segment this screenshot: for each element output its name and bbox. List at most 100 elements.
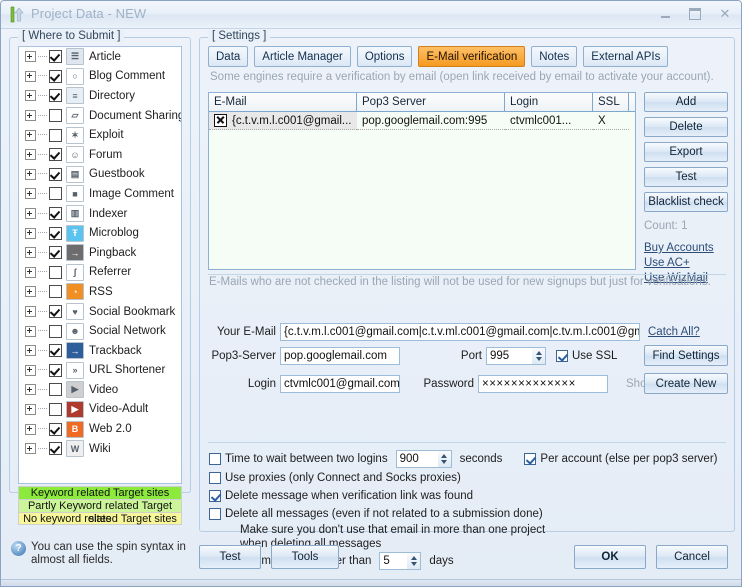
tree-item-checkbox[interactable]: [49, 207, 62, 221]
tree-item-exploit[interactable]: ✶ Exploit: [19, 125, 181, 145]
tree-item-document-sharing[interactable]: ▱ Document Sharing: [19, 106, 181, 126]
login-input[interactable]: ctvmlc001@gmail.com: [280, 375, 400, 393]
tab-notes[interactable]: Notes: [531, 46, 578, 67]
test-button[interactable]: Test: [644, 167, 728, 187]
tree-item-checkbox[interactable]: [49, 128, 62, 142]
tree-item-rss[interactable]: ◔ RSS: [19, 282, 181, 302]
tree-item-url-shortener[interactable]: » URL Shortener: [19, 361, 181, 381]
use-ssl-checkbox-row[interactable]: Use SSL: [556, 350, 617, 362]
expand-plus-icon[interactable]: [25, 443, 36, 455]
tree-item-checkbox[interactable]: [49, 109, 62, 123]
table-action-buttons[interactable]: Add Delete Export Test Blacklist check: [644, 92, 728, 217]
expand-plus-icon[interactable]: [25, 306, 36, 318]
expand-plus-icon[interactable]: [25, 325, 36, 337]
expand-plus-icon[interactable]: [25, 286, 36, 298]
expand-plus-icon[interactable]: [25, 364, 36, 376]
tree-item-checkbox[interactable]: [49, 402, 62, 416]
catch-all-link[interactable]: Catch All?: [648, 326, 700, 338]
expand-plus-icon[interactable]: [25, 384, 36, 396]
tree-item-video-adult[interactable]: ▶ Video-Adult: [19, 400, 181, 420]
tree-item-image-comment[interactable]: ■ Image Comment: [19, 184, 181, 204]
tree-item-referrer[interactable]: ʃ Referrer: [19, 263, 181, 283]
submit-target-tree[interactable]: ☰ Article ○ Blog Comment ≡ Directory ▱ Document…: [18, 46, 182, 484]
column-header-pop3[interactable]: Pop3 Server: [357, 93, 505, 112]
expand-plus-icon[interactable]: [25, 70, 36, 82]
tree-item-checkbox[interactable]: [49, 167, 62, 181]
tree-item-checkbox[interactable]: [49, 363, 62, 377]
table-row[interactable]: {c.t.v.m.l.c001@gmail... pop.googlemail.…: [209, 112, 635, 130]
tree-item-checkbox[interactable]: [49, 246, 62, 260]
cell-email[interactable]: {c.t.v.m.l.c001@gmail...: [209, 112, 357, 130]
blacklist-check-button[interactable]: Blacklist check: [644, 192, 728, 212]
your-email-input[interactable]: {c.t.v.m.l.c001@gmail.com|c.t.v.ml.c001@…: [280, 323, 640, 341]
password-input[interactable]: ×××××××××××××: [478, 375, 608, 393]
expand-plus-icon[interactable]: [25, 51, 36, 63]
tree-item-checkbox[interactable]: [49, 50, 62, 64]
expand-plus-icon[interactable]: [25, 227, 36, 239]
use-ssl-checkbox[interactable]: [556, 350, 568, 362]
expand-plus-icon[interactable]: [25, 110, 36, 122]
tree-item-directory[interactable]: ≡ Directory: [19, 86, 181, 106]
column-header-email[interactable]: E-Mail: [209, 93, 357, 112]
tree-item-checkbox[interactable]: [49, 69, 62, 83]
test-button[interactable]: Test: [199, 545, 261, 569]
expand-plus-icon[interactable]: [25, 345, 36, 357]
expand-plus-icon[interactable]: [25, 168, 36, 180]
cell-pop3[interactable]: pop.googlemail.com:995: [357, 112, 505, 130]
tree-item-checkbox[interactable]: [49, 226, 62, 240]
cell-login[interactable]: ctvmlc001...: [505, 112, 593, 130]
tree-item-checkbox[interactable]: [49, 383, 62, 397]
expand-plus-icon[interactable]: [25, 247, 36, 259]
tab-options[interactable]: Options: [356, 46, 413, 67]
tree-item-forum[interactable]: ☺ Forum: [19, 145, 181, 165]
tree-item-wiki[interactable]: W Wiki: [19, 439, 181, 459]
tree-item-checkbox[interactable]: [49, 89, 62, 103]
ok-button[interactable]: OK: [574, 545, 646, 569]
tree-item-article[interactable]: ☰ Article: [19, 47, 181, 67]
tab-external-apis[interactable]: External APIs: [583, 46, 669, 67]
tools-button[interactable]: Tools: [271, 545, 339, 569]
tree-item-social-bookmark[interactable]: ♥ Social Bookmark: [19, 302, 181, 322]
minimize-button[interactable]: [655, 5, 675, 22]
find-settings-button[interactable]: Find Settings: [644, 345, 728, 366]
per-account-checkbox[interactable]: [524, 453, 537, 465]
expand-plus-icon[interactable]: [25, 423, 36, 435]
port-stepper[interactable]: [532, 347, 546, 365]
wait-seconds-stepper[interactable]: [437, 450, 452, 468]
tree-item-pingback[interactable]: → Pingback: [19, 243, 181, 263]
tree-item-checkbox[interactable]: [49, 285, 62, 299]
tree-item-microblog[interactable]: Ŧ Microblog: [19, 223, 181, 243]
tab-data[interactable]: Data: [208, 46, 249, 67]
port-input[interactable]: 995: [486, 347, 532, 365]
cell-ssl[interactable]: X: [593, 112, 629, 130]
link-buy-accounts[interactable]: Buy Accounts: [644, 242, 714, 254]
tree-item-web-2-0[interactable]: B Web 2.0: [19, 419, 181, 439]
tree-item-guestbook[interactable]: ▤ Guestbook: [19, 165, 181, 185]
tab-article-manager[interactable]: Article Manager: [254, 46, 351, 67]
tree-item-checkbox[interactable]: [49, 442, 62, 456]
delete-button[interactable]: Delete: [644, 117, 728, 137]
tree-item-social-network[interactable]: ☻ Social Network: [19, 321, 181, 341]
use-proxies-checkbox[interactable]: [209, 472, 221, 484]
tree-item-blog-comment[interactable]: ○ Blog Comment: [19, 67, 181, 87]
settings-tabs[interactable]: Data Article Manager Options E-Mail verific…: [208, 46, 669, 67]
tree-item-trackback[interactable]: → Trackback: [19, 341, 181, 361]
expand-plus-icon[interactable]: [25, 266, 36, 278]
expand-plus-icon[interactable]: [25, 129, 36, 141]
export-button[interactable]: Export: [644, 142, 728, 162]
cancel-button[interactable]: Cancel: [656, 545, 728, 569]
tree-item-indexer[interactable]: ▥ Indexer: [19, 204, 181, 224]
cell-extra[interactable]: [629, 112, 635, 130]
expand-plus-icon[interactable]: [25, 90, 36, 102]
tree-item-checkbox[interactable]: [49, 344, 62, 358]
tab-e-mail-verification[interactable]: E-Mail verification: [418, 46, 526, 67]
tree-item-checkbox[interactable]: [49, 265, 62, 279]
expand-plus-icon[interactable]: [25, 149, 36, 161]
expand-plus-icon[interactable]: [25, 403, 36, 415]
email-accounts-table[interactable]: E-Mail Pop3 Server Login SSL {c.t.v.m.l.…: [208, 92, 636, 270]
tree-item-checkbox[interactable]: [49, 324, 62, 338]
delete-all-checkbox[interactable]: [209, 508, 221, 520]
tree-item-checkbox[interactable]: [49, 422, 62, 436]
link-use-ac-[interactable]: Use AC+: [644, 257, 714, 269]
column-header-extra[interactable]: [629, 93, 635, 112]
